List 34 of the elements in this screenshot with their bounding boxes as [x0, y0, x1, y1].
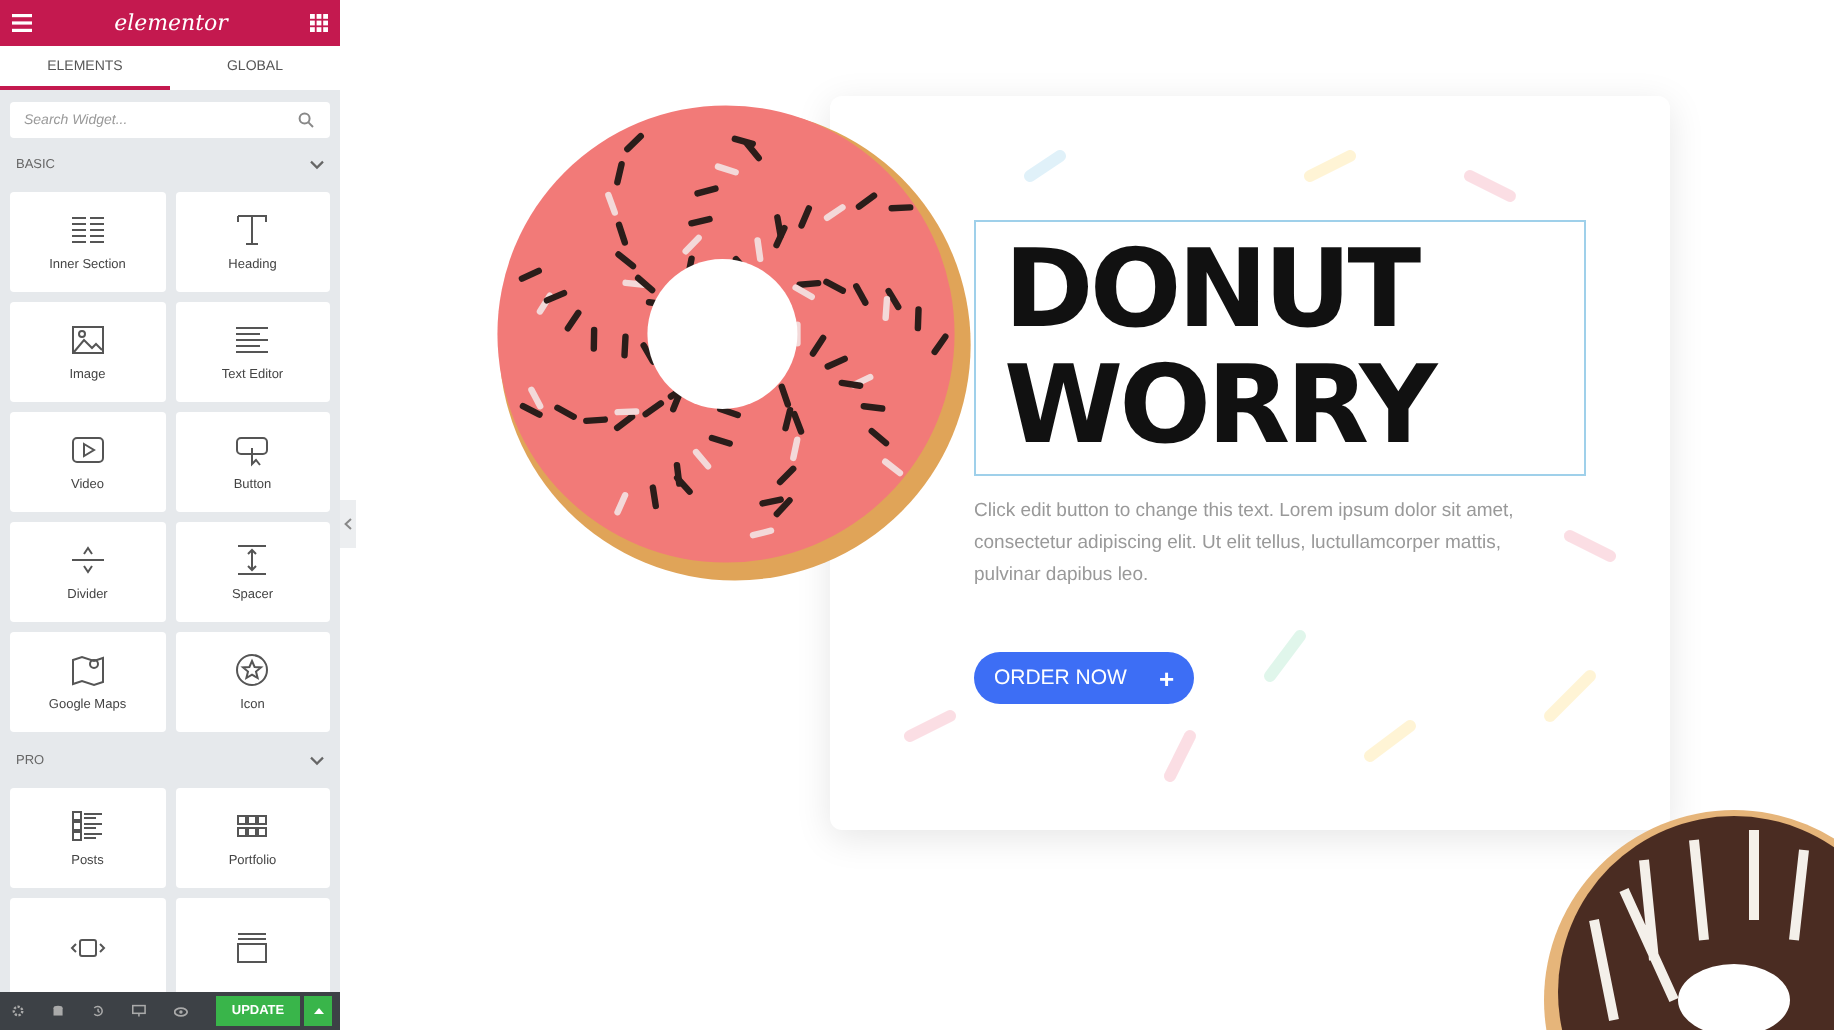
icon-icon [234, 652, 271, 688]
video-icon [69, 432, 106, 468]
eye-icon[interactable] [174, 1005, 188, 1017]
body-text: Click edit button to change this text. Lorem ipsum dolor sit amet, consectetur adipiscing elit. Ut elit tellus, luctullamcorper mattis, pulvinar dapibus leo. [974, 498, 1516, 590]
heading-text: DONUT [1004, 232, 1421, 348]
monitor-icon[interactable] [132, 1004, 147, 1018]
text-editor-icon [234, 322, 271, 358]
menu-icon[interactable] [12, 14, 32, 32]
collapse-handle[interactable] [340, 500, 356, 548]
divider-icon [69, 542, 106, 578]
settings-icon[interactable] [12, 1004, 25, 1018]
plus-icon: + [1158, 663, 1175, 693]
grid-icon[interactable] [310, 14, 328, 32]
widget-tile[interactable] [10, 898, 165, 992]
order-button[interactable]: ORDER NOW + [974, 652, 1194, 704]
heading-text: WORRY [1004, 348, 1438, 464]
map-icon [69, 652, 106, 688]
chevron-icon[interactable] [310, 159, 324, 169]
button-icon [234, 432, 271, 468]
logo-text: elementor [114, 10, 228, 36]
caret-button[interactable] [304, 996, 332, 1026]
widget-tile[interactable] [175, 898, 330, 992]
heading-icon [234, 212, 271, 248]
search-icon [298, 112, 314, 128]
spacer-icon [234, 542, 271, 578]
image-icon [69, 322, 106, 358]
inner-section-icon [69, 212, 106, 248]
layers-icon[interactable] [52, 1004, 65, 1018]
history-icon[interactable] [92, 1004, 105, 1018]
chevron-icon[interactable] [310, 755, 324, 765]
chevron-left-icon [344, 518, 352, 530]
posts-icon [69, 808, 106, 844]
form-icon [234, 930, 271, 966]
caret-icon [313, 1008, 323, 1014]
